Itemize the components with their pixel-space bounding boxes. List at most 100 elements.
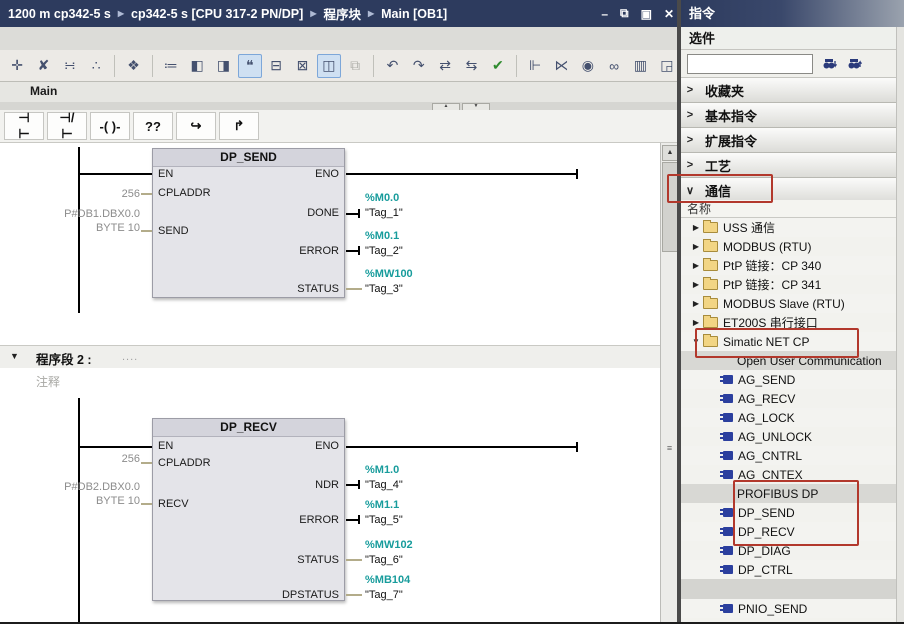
tree-item[interactable]: ▶ MODBUS (RTU) (681, 237, 904, 256)
close-branch-button[interactable]: ↱ (219, 112, 259, 140)
close-button[interactable]: ✕ (664, 7, 674, 21)
insert-network-icon[interactable]: ✛ (5, 54, 29, 78)
open-branch-button[interactable]: ↪ (176, 112, 216, 140)
insert-row-icon[interactable]: ∺ (58, 54, 82, 78)
cross-reference-icon[interactable]: ⋉ (549, 54, 573, 78)
error-operand-tag[interactable]: "Tag_5" (365, 514, 403, 526)
cpladdr-operand[interactable]: 256 (10, 188, 140, 200)
chevron-icon[interactable]: > (681, 159, 699, 171)
error-operand-tag[interactable]: "Tag_2" (365, 245, 403, 257)
section-header[interactable]: > 基本指令 (681, 103, 904, 128)
recv-operand-line2[interactable]: BYTE 10 (10, 495, 140, 507)
show-symbol-info-icon[interactable]: ⊟ (264, 54, 288, 78)
network2-comment[interactable]: 注释 (36, 373, 60, 390)
nc-contact-button[interactable]: ⊣/⊢ (47, 110, 87, 141)
find-next-icon[interactable] (823, 57, 838, 70)
network2-header[interactable]: ▼ 程序段 2 : .... (0, 345, 660, 368)
send-operand-line1[interactable]: P#DB1.DBX0.0 (10, 208, 140, 220)
status-operand-tag[interactable]: "Tag_3" (365, 283, 403, 295)
network-collapse-icon[interactable]: ▼ (10, 351, 19, 361)
chevron-icon[interactable]: > (681, 109, 699, 121)
monitoring-glasses-icon[interactable]: ∞ (602, 54, 626, 78)
tab-main[interactable]: Main (30, 84, 57, 98)
recv-operand-line1[interactable]: P#DB2.DBX0.0 (10, 481, 140, 493)
toggle-comments-icon[interactable]: ❝ (237, 53, 262, 78)
scrollbar-thumb[interactable] (662, 162, 678, 252)
tree-item[interactable]: ▶ MODBUS Slave (RTU) (681, 294, 904, 313)
synchronize-icon[interactable]: ⇆ (459, 54, 483, 78)
next-jump-icon[interactable]: ↷ (407, 54, 431, 78)
tree-item[interactable]: ▶ ET200S 串行接口 (681, 313, 904, 332)
insert-row-below-icon[interactable]: ∴ (84, 54, 108, 78)
tree-item[interactable]: DP_RECV (681, 522, 904, 541)
tree-item[interactable]: AG_UNLOCK (681, 427, 904, 446)
done-operand-address[interactable]: %M0.0 (365, 192, 399, 204)
breadcrumb-program-blocks[interactable]: 程序块 (323, 4, 361, 23)
ndr-operand-address[interactable]: %M1.0 (365, 464, 399, 476)
expander-icon[interactable]: ▶ (689, 242, 703, 251)
tree-item[interactable]: AG_RECV (681, 389, 904, 408)
toolbar-icon[interactable] (373, 54, 375, 77)
expander-icon[interactable]: ▶ (689, 261, 703, 270)
chevron-icon[interactable]: > (681, 134, 699, 146)
absolute-operands-icon[interactable]: ⊩ (523, 54, 547, 78)
status-operand-address[interactable]: %MW102 (365, 539, 413, 551)
expander-icon[interactable]: ▶ (689, 223, 703, 232)
chevron-icon[interactable]: > (681, 84, 699, 96)
split-editor-icon[interactable]: ▥ (628, 54, 652, 78)
minimize-button[interactable]: – (601, 7, 608, 21)
dp-recv-block[interactable]: DP_RECV EN CPLADDR RECV ENO NDR ERROR ST… (152, 418, 345, 601)
compile-icon[interactable]: ✔ (486, 54, 510, 78)
open-all-networks-icon[interactable]: ◧ (185, 54, 209, 78)
ladder-canvas[interactable]: DP_SEND EN CPLADDR SEND ENO DONE ERROR S… (0, 143, 660, 622)
empty-box-button[interactable]: ?? (133, 112, 173, 140)
tree-item[interactable]: AG_LOCK (681, 408, 904, 427)
dpstatus-operand-tag[interactable]: "Tag_7" (365, 589, 403, 601)
toolbar-icon[interactable] (516, 54, 517, 77)
expander-icon[interactable]: ▶ (689, 318, 703, 327)
dpstatus-operand-address[interactable]: %MB104 (365, 574, 410, 586)
update-block-calls-icon[interactable]: ⇄ (433, 54, 457, 78)
error-operand-address[interactable]: %M0.1 (365, 230, 399, 242)
breadcrumb-project[interactable]: 1200 m cp342-5 s (8, 7, 111, 21)
network-comments-icon[interactable]: ≔ (159, 54, 183, 78)
send-operand-line2[interactable]: BYTE 10 (10, 222, 140, 234)
expander-icon[interactable]: ▼ (689, 337, 703, 346)
find-icon[interactable]: ◉ (576, 54, 600, 78)
panel-scrollbar[interactable] (896, 27, 904, 622)
no-contact-button[interactable]: ⊣ ⊢ (4, 110, 44, 141)
hide-symbol-info-icon[interactable]: ⊠ (290, 54, 314, 78)
scroll-up-icon[interactable]: ▲ (662, 145, 678, 161)
free-placed-comments-icon[interactable]: ⧉ (343, 54, 367, 78)
status-operand-tag[interactable]: "Tag_6" (365, 554, 403, 566)
tree-item[interactable]: AG_CNTRL (681, 446, 904, 465)
name-column-header[interactable]: 名称 (681, 200, 904, 218)
section-header[interactable]: > 收藏夹 (681, 78, 904, 103)
status-operand-address[interactable]: %MW100 (365, 268, 413, 280)
expander-icon[interactable]: ▶ (689, 299, 703, 308)
maximize-button[interactable]: ▣ (641, 7, 652, 21)
scrollbar-grip[interactable]: ≡ (663, 443, 676, 453)
tree-item[interactable]: ▼ Simatic NET CP (681, 332, 904, 351)
tree-item[interactable] (681, 579, 904, 599)
restore-button[interactable]: ⧉ (620, 6, 629, 21)
cpladdr-operand[interactable]: 256 (10, 453, 140, 465)
breadcrumb-block[interactable]: Main [OB1] (381, 7, 447, 21)
coil-button[interactable]: -( )- (90, 112, 130, 140)
chevron-icon[interactable]: ∨ (681, 184, 699, 197)
done-operand-tag[interactable]: "Tag_1" (365, 207, 403, 219)
dock-panel-icon[interactable]: ◲ (655, 54, 679, 78)
tree-item[interactable]: ▶ PtP 链接：CP 341 (681, 275, 904, 294)
ndr-operand-tag[interactable]: "Tag_4" (365, 479, 403, 491)
close-all-networks-icon[interactable]: ◨ (211, 54, 235, 78)
add-favorite-icon[interactable]: ❖ (121, 54, 145, 78)
tree-item[interactable]: DP_DIAG (681, 541, 904, 560)
canvas-scrollbar[interactable]: ▲ ≡ (660, 143, 678, 622)
tree-item[interactable]: ▶ USS 通信 (681, 218, 904, 237)
delete-network-icon[interactable]: ✘ (31, 54, 55, 78)
expander-icon[interactable]: ▶ (689, 280, 703, 289)
section-header[interactable]: > 工艺 (681, 153, 904, 178)
tree-item[interactable]: AG_CNTEX (681, 465, 904, 484)
search-input[interactable] (687, 53, 813, 74)
find-previous-icon[interactable] (848, 57, 863, 70)
